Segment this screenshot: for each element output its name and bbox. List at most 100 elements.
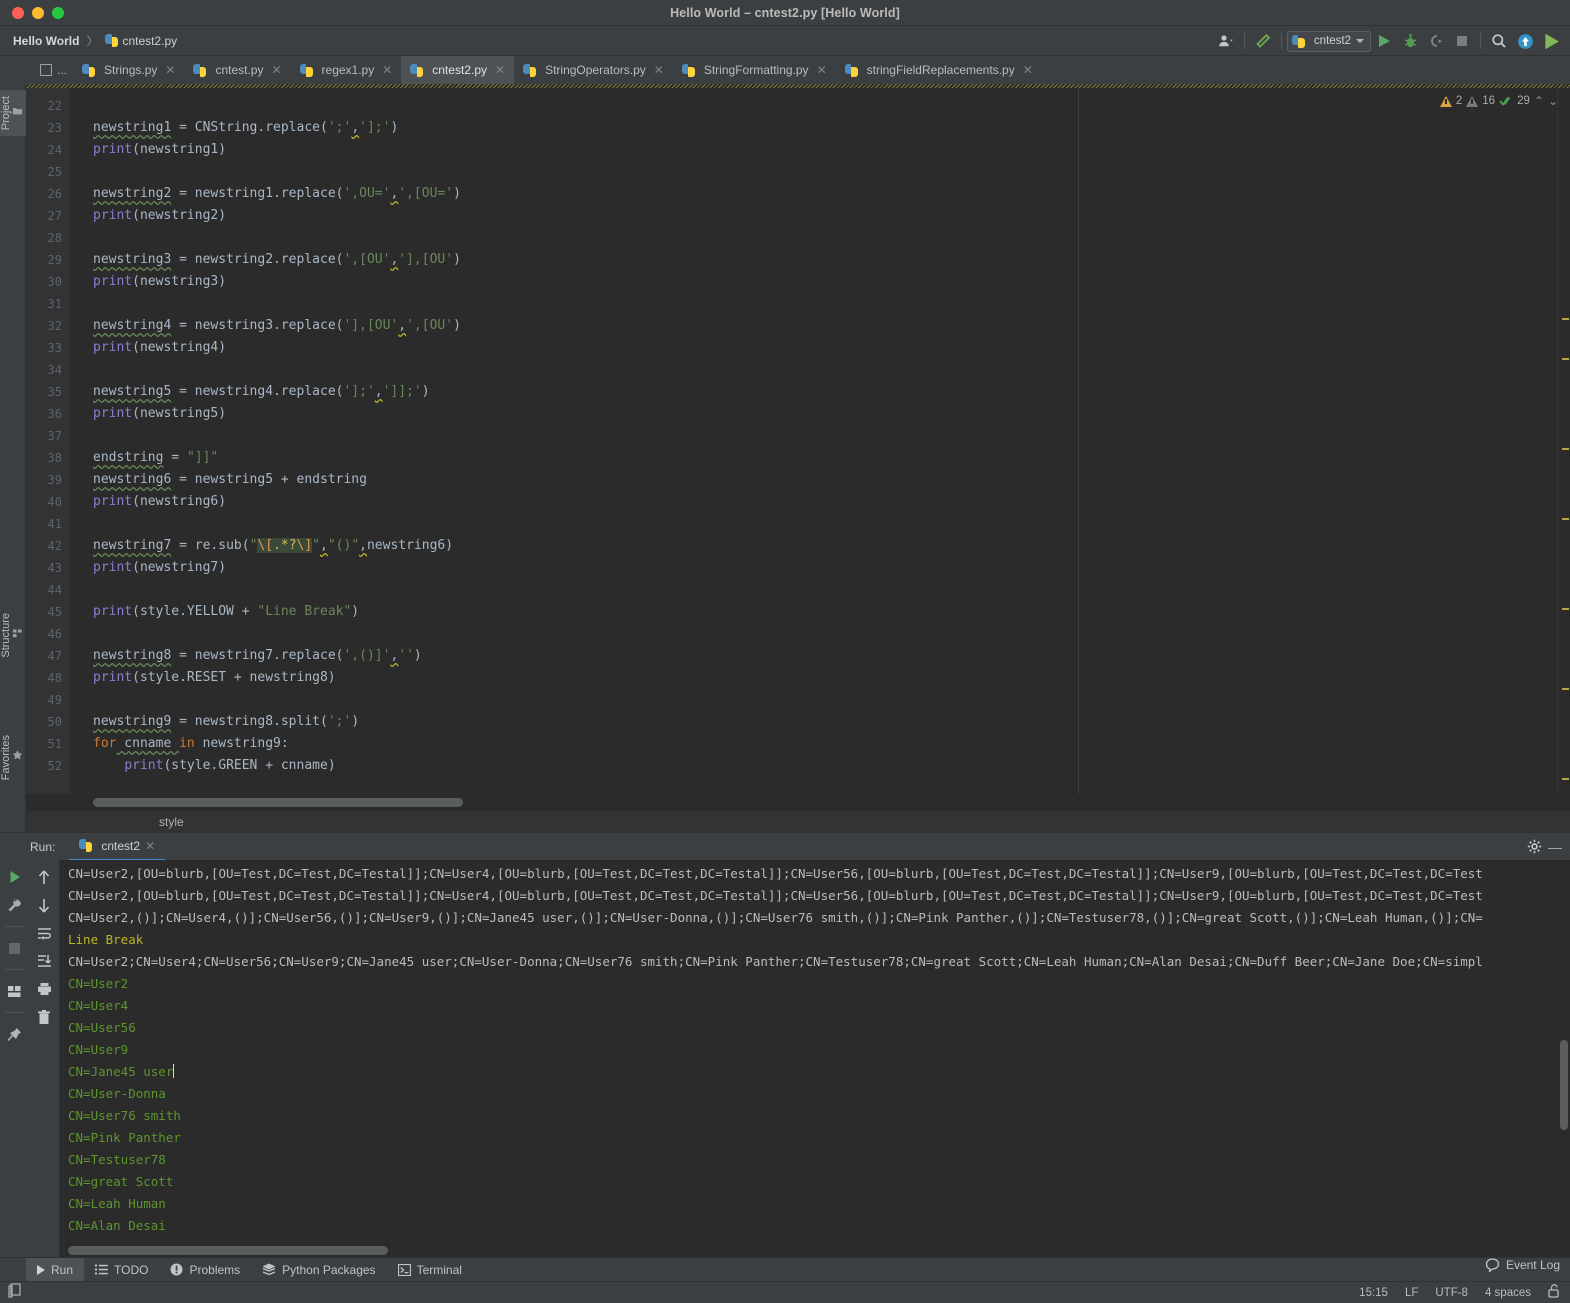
code-line[interactable]: newstring2 = newstring1.replace(',OU=','…	[93, 183, 1557, 205]
editor-marker-strip[interactable]	[1557, 88, 1570, 794]
code-line[interactable]: print(newstring6)	[93, 491, 1557, 513]
arrow-down-icon[interactable]	[35, 896, 53, 914]
code-line[interactable]	[93, 623, 1557, 645]
tab-strings-py[interactable]: Strings.py ✕	[73, 56, 184, 84]
bottom-tab-terminal[interactable]: Terminal	[387, 1258, 473, 1282]
code-line[interactable]: print(style.RESET + newstring8)	[93, 667, 1557, 689]
bottom-tab-python-packages[interactable]: Python Packages	[251, 1258, 386, 1282]
code-line[interactable]: newstring1 = CNString.replace(';','];')	[93, 117, 1557, 139]
code-line[interactable]: print(style.YELLOW + "Line Break")	[93, 601, 1557, 623]
debug-bug-icon[interactable]	[1397, 29, 1423, 53]
sidebar-item-structure[interactable]: Structure	[0, 607, 26, 664]
event-log-button[interactable]: Event Log	[1485, 1258, 1560, 1272]
bottom-tab-run[interactable]: Run	[26, 1258, 84, 1282]
scrollbar-thumb[interactable]	[93, 798, 463, 807]
close-icon[interactable]: ✕	[495, 63, 505, 77]
gear-icon[interactable]	[1527, 839, 1542, 859]
indent-setting[interactable]: 4 spaces	[1485, 1287, 1531, 1299]
lock-open-icon[interactable]	[1548, 1284, 1560, 1301]
code-line[interactable]	[93, 513, 1557, 535]
code-line[interactable]: newstring6 = newstring5 + endstring	[93, 469, 1557, 491]
tab-regex1-py[interactable]: regex1.py ✕	[291, 56, 402, 84]
run-coverage-icon[interactable]	[1423, 29, 1449, 53]
code-line[interactable]: print(newstring5)	[93, 403, 1557, 425]
code-line[interactable]: print(newstring4)	[93, 337, 1557, 359]
code-line[interactable]: newstring4 = newstring3.replace('],[OU',…	[93, 315, 1557, 337]
breadcrumb-project[interactable]: Hello World	[13, 34, 79, 48]
tab-stringfieldreplacements-py[interactable]: stringFieldReplacements.py ✕	[836, 56, 1042, 84]
close-icon[interactable]: ✕	[271, 63, 281, 77]
code-line[interactable]	[93, 579, 1557, 601]
code-line[interactable]: for cnname in newstring9:	[93, 733, 1557, 755]
memory-indicator-icon[interactable]	[8, 1283, 22, 1303]
code-line[interactable]	[93, 359, 1557, 381]
breadcrumb-file[interactable]: cntest2.py	[122, 34, 177, 48]
arrow-up-icon[interactable]	[35, 868, 53, 886]
line-separator[interactable]: LF	[1405, 1287, 1418, 1299]
tab-stringoperators-py[interactable]: StringOperators.py ✕	[514, 56, 673, 84]
sidebar-item-favorites[interactable]: Favorites	[0, 729, 26, 786]
stop-square-icon[interactable]	[6, 939, 24, 957]
code-line[interactable]: print(newstring7)	[93, 557, 1557, 579]
code-line[interactable]	[93, 293, 1557, 315]
file-encoding[interactable]: UTF-8	[1435, 1287, 1468, 1299]
code-line[interactable]	[93, 227, 1557, 249]
tab-stringformatting-py[interactable]: StringFormatting.py ✕	[673, 56, 836, 84]
close-icon[interactable]: ✕	[817, 63, 827, 77]
console-vertical-scrollbar[interactable]	[1560, 1040, 1568, 1130]
close-icon[interactable]: ✕	[1023, 63, 1033, 77]
code-line[interactable]: print(style.GREEN + cnname)	[93, 755, 1557, 777]
code-text-area[interactable]: newstring1 = CNString.replace(';','];')p…	[70, 88, 1557, 794]
stop-square-icon[interactable]	[1449, 29, 1475, 53]
code-line[interactable]: newstring5 = newstring4.replace('];',']]…	[93, 381, 1557, 403]
run-console-output[interactable]: CN=User2,[OU=blurb,[OU=Test,DC=Test,DC=T…	[60, 860, 1570, 1257]
tour-play-icon[interactable]	[1538, 29, 1564, 53]
code-line[interactable]: endstring = "]]"	[93, 447, 1557, 469]
run-configuration-selector[interactable]: cntest2	[1287, 31, 1371, 52]
code-line[interactable]: newstring3 = newstring2.replace(',[OU','…	[93, 249, 1557, 271]
editor-breadcrumb[interactable]: style	[26, 810, 1570, 832]
bottom-tab-problems[interactable]: Problems	[159, 1258, 251, 1282]
print-icon[interactable]	[35, 980, 53, 998]
layout-grid-icon[interactable]	[6, 982, 24, 1000]
scroll-to-end-icon[interactable]	[35, 952, 53, 970]
rerun-play-icon[interactable]	[6, 868, 24, 886]
tab-overflow-button[interactable]: ...	[34, 56, 73, 84]
run-tab-cntest2[interactable]: cntest2 ✕	[69, 833, 165, 861]
editor-horizontal-scrollbar[interactable]	[26, 794, 1570, 810]
code-line[interactable]: print(newstring1)	[93, 139, 1557, 161]
update-arrow-icon[interactable]	[1512, 29, 1538, 53]
inspection-status-widget[interactable]: 2 16 29 ⌃ ⌄	[1440, 94, 1558, 108]
search-magnifier-icon[interactable]	[1486, 29, 1512, 53]
sidebar-item-project[interactable]: Project	[0, 90, 26, 136]
hammer-build-icon[interactable]	[1250, 29, 1276, 53]
close-icon[interactable]: ✕	[165, 63, 175, 77]
close-icon[interactable]: ✕	[145, 839, 155, 853]
wrench-settings-icon[interactable]	[6, 896, 24, 914]
tab-cntest2-py[interactable]: cntest2.py ✕	[401, 56, 514, 84]
code-line[interactable]	[93, 425, 1557, 447]
chevron-up-icon[interactable]: ⌃	[1534, 94, 1544, 108]
code-line[interactable]: newstring8 = newstring7.replace(',()]','…	[93, 645, 1557, 667]
trash-icon[interactable]	[35, 1008, 53, 1026]
close-icon[interactable]: ✕	[382, 63, 392, 77]
code-line[interactable]	[93, 95, 1557, 117]
pin-icon[interactable]	[6, 1025, 24, 1043]
code-editor[interactable]: 2223242526272829303132333435363738394041…	[26, 88, 1570, 794]
code-line[interactable]	[93, 689, 1557, 711]
code-line[interactable]: print(newstring3)	[93, 271, 1557, 293]
close-icon[interactable]: ✕	[654, 63, 664, 77]
code-line[interactable]: print(newstring2)	[93, 205, 1557, 227]
run-play-icon[interactable]	[1371, 29, 1397, 53]
code-line[interactable]: newstring9 = newstring8.split(';')	[93, 711, 1557, 733]
minimize-icon[interactable]: —	[1548, 839, 1562, 855]
tab-cntest-py[interactable]: cntest.py ✕	[184, 56, 290, 84]
soft-wrap-icon[interactable]	[35, 924, 53, 942]
code-line[interactable]	[93, 161, 1557, 183]
caret-position[interactable]: 15:15	[1359, 1287, 1388, 1299]
bottom-tab-todo[interactable]: TODO	[84, 1258, 159, 1282]
code-line[interactable]: newstring7 = re.sub("\[.*?\]","()",newst…	[93, 535, 1557, 557]
console-horizontal-scrollbar[interactable]	[68, 1246, 388, 1255]
user-account-icon[interactable]	[1213, 29, 1239, 53]
chevron-down-icon[interactable]: ⌄	[1548, 94, 1558, 108]
